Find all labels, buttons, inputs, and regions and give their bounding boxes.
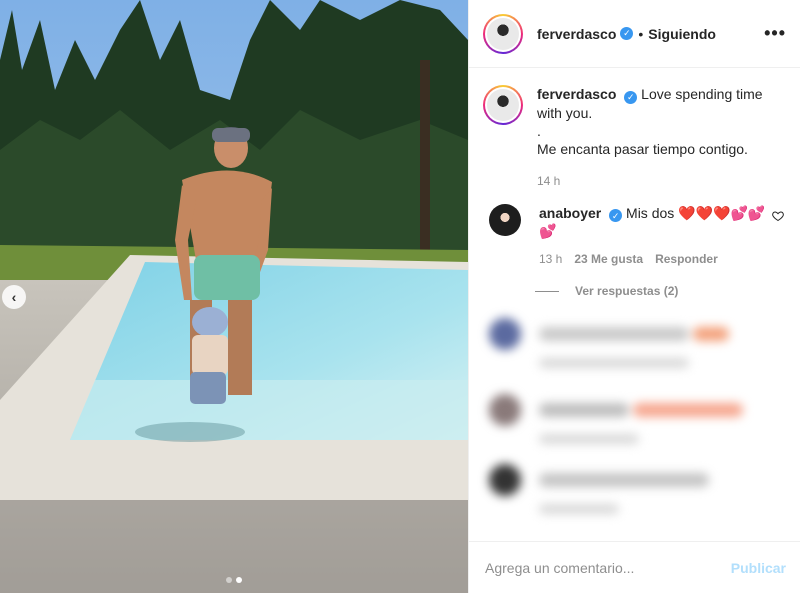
divider-line xyxy=(535,290,559,292)
avatar-image xyxy=(487,17,519,50)
heart-icon[interactable] xyxy=(772,210,784,222)
comment-likes[interactable]: 23 Me gusta xyxy=(574,250,643,268)
avatar-image xyxy=(487,89,519,121)
more-options-icon[interactable]: ••• xyxy=(764,23,786,44)
carousel-dot-active xyxy=(236,577,242,583)
post-side-panel: ferverdasco ✓ • Siguiendo ••• ferverdasc… xyxy=(468,0,800,593)
comment: anaboyer ✓ Mis dos ❤️❤️❤️💕💕💕 13 h 23 Me … xyxy=(483,203,784,269)
photo-scene xyxy=(0,0,468,593)
caption-username[interactable]: ferverdasco xyxy=(537,86,616,102)
comment-input[interactable] xyxy=(485,559,731,576)
blurred-comment xyxy=(483,394,784,426)
post-photo[interactable]: ‹ xyxy=(0,0,468,593)
view-replies-label: Ver respuestas (2) xyxy=(575,284,679,298)
verified-badge-icon: ✓ xyxy=(620,27,634,40)
publish-button[interactable]: Publicar xyxy=(731,560,786,576)
blurred-comment xyxy=(483,318,784,350)
view-replies-button[interactable]: Ver respuestas (2) xyxy=(535,284,784,298)
comment-meta: 13 h 23 Me gusta Responder xyxy=(539,250,767,268)
verified-badge-icon: ✓ xyxy=(624,90,638,104)
header-username[interactable]: ferverdasco xyxy=(537,26,616,42)
carousel-dot xyxy=(226,577,232,583)
verified-badge-icon: ✓ xyxy=(609,209,623,222)
post-header: ferverdasco ✓ • Siguiendo ••• xyxy=(469,0,800,68)
carousel-indicator xyxy=(0,577,468,583)
post-modal: ‹ ferverdasco ✓ • Siguiendo ••• ferverda… xyxy=(0,0,800,593)
comment-composer: Publicar xyxy=(469,541,800,593)
blurred-comments xyxy=(483,318,784,514)
caption-avatar[interactable] xyxy=(483,85,523,125)
carousel-prev-button[interactable]: ‹ xyxy=(2,285,26,309)
caption: ferverdasco ✓ Love spending time with yo… xyxy=(483,85,784,190)
comments-list[interactable]: ferverdasco ✓ Love spending time with yo… xyxy=(469,69,800,541)
comment-username[interactable]: anaboyer xyxy=(539,205,601,221)
comment-text: Mis dos xyxy=(626,204,675,221)
commenter-avatar[interactable] xyxy=(489,203,521,236)
caption-timestamp[interactable]: 14 h xyxy=(537,172,773,190)
reply-button[interactable]: Responder xyxy=(655,250,718,268)
following-button[interactable]: Siguiendo xyxy=(648,26,716,42)
separator-dot: • xyxy=(638,25,644,42)
blurred-comment xyxy=(483,464,784,496)
chevron-left-icon: ‹ xyxy=(11,289,17,305)
author-avatar[interactable] xyxy=(483,13,523,54)
comment-timestamp[interactable]: 13 h xyxy=(539,250,562,268)
